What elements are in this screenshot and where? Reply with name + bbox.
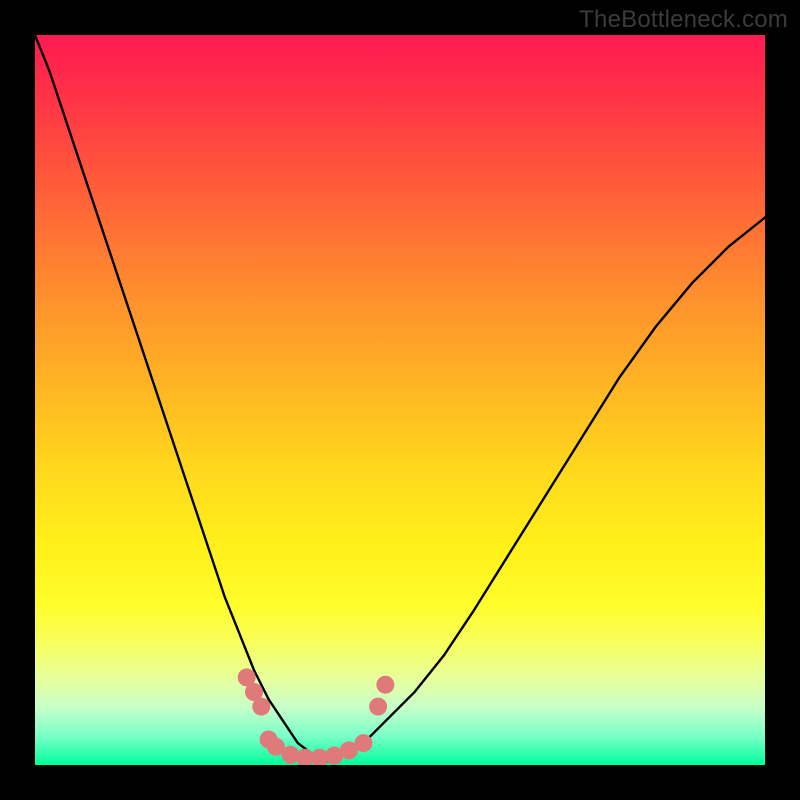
bottleneck-marker [369, 698, 387, 716]
watermark-text: TheBottleneck.com [579, 6, 788, 34]
bottleneck-curve [35, 35, 765, 761]
bottleneck-marker [376, 676, 394, 694]
curve-layer [35, 35, 765, 765]
chart-frame: TheBottleneck.com [0, 0, 800, 800]
bottleneck-marker [252, 698, 270, 716]
bottleneck-marker [355, 734, 373, 752]
plot-area [35, 35, 765, 765]
